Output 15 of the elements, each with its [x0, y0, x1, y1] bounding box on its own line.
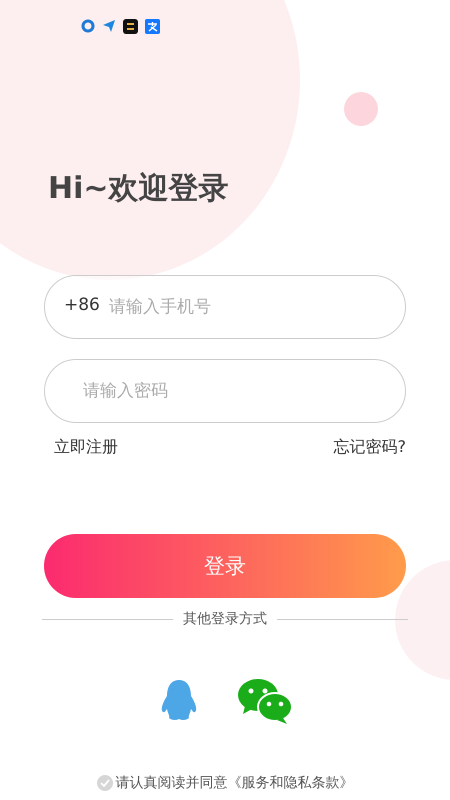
background-circle — [344, 92, 378, 126]
other-login-label: 其他登录方式 — [183, 610, 267, 628]
welcome-title: Hi~欢迎登录 — [48, 170, 230, 208]
password-field[interactable]: 请输入密码 — [44, 359, 406, 423]
ring-icon — [81, 19, 95, 33]
register-link[interactable]: 立即注册 — [54, 437, 118, 458]
chat-bubbles-icon[interactable] — [237, 678, 293, 724]
check-icon — [100, 779, 110, 787]
app-icon — [123, 19, 138, 34]
app-icon — [145, 19, 160, 34]
agree-checkbox[interactable] — [96, 775, 112, 791]
country-code: +86 — [64, 295, 100, 315]
forgot-password-link[interactable]: 忘记密码? — [334, 437, 406, 458]
agreement-text: 请认真阅读并同意《服务和隐私条款》 — [116, 774, 354, 792]
paper-plane-icon — [102, 19, 116, 33]
